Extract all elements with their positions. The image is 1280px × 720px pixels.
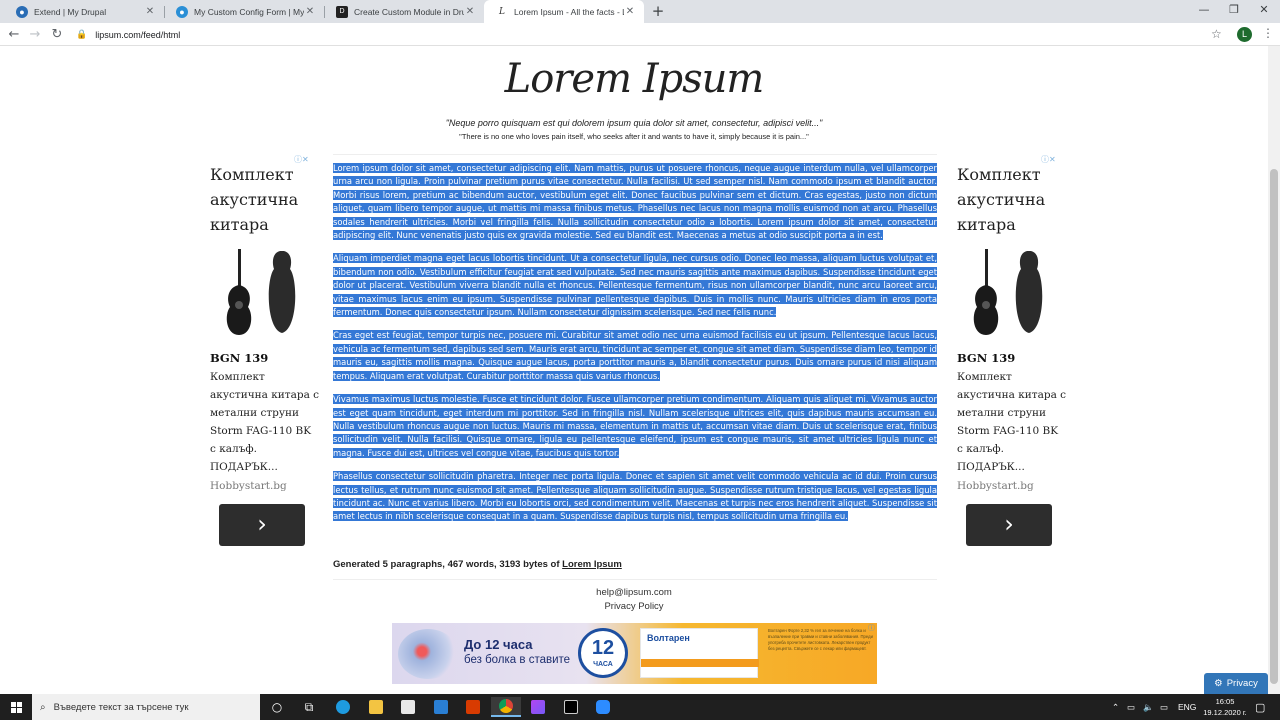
ad-site[interactable]: Hobbystart.bg xyxy=(210,480,287,492)
tab-custom-module[interactable]: D Create Custom Module in Drupa ✕ xyxy=(324,0,484,23)
ad-site[interactable]: Hobbystart.bg xyxy=(957,480,1034,492)
browser-tab-strip: ● Extend | My Drupal ✕ ● My Custom Confi… xyxy=(0,0,1280,23)
quote-latin: "Neque porro quisquam est qui dolorem ip… xyxy=(445,118,823,128)
network-icon[interactable]: ▭ xyxy=(1127,694,1135,720)
lorem-paragraph[interactable]: Aliquam imperdiet magna eget lacus lobor… xyxy=(333,252,937,319)
tab-extend[interactable]: ● Extend | My Drupal ✕ xyxy=(4,0,164,23)
windows-logo-icon xyxy=(10,701,22,713)
browser-toolbar: ← → ↻ 🔒 lipsum.com/feed/html ☆ L ⋮ xyxy=(0,23,1280,46)
tab-title: Lorem Ipsum - All the facts - Lip xyxy=(514,6,624,17)
notification-icon[interactable]: ▢ xyxy=(1255,694,1265,720)
store-icon[interactable] xyxy=(393,697,423,717)
phpstorm-icon[interactable] xyxy=(523,697,553,717)
gear-icon: ⚙ xyxy=(1214,678,1223,689)
zoom-icon[interactable] xyxy=(588,697,618,717)
taskbar-clock[interactable]: 16:05 19.12.2020 г. xyxy=(1203,696,1247,718)
cortana-icon[interactable]: ○ xyxy=(262,697,292,717)
drupal-icon: ● xyxy=(176,5,188,18)
lorem-paragraph[interactable]: Lorem ipsum dolor sit amet, consectetur … xyxy=(333,162,937,242)
guitar-image[interactable] xyxy=(222,249,302,339)
lock-icon: 🔒 xyxy=(76,29,88,39)
privacy-button[interactable]: ⚙ Privacy xyxy=(1204,673,1268,694)
drupal-icon: ● xyxy=(16,5,28,18)
adchoices-icon[interactable]: ⓘ xyxy=(868,623,875,633)
tray-chevron-icon[interactable]: ⌃ xyxy=(1112,694,1119,720)
divider xyxy=(333,154,937,155)
lorem-ipsum-link[interactable]: Lorem Ipsum xyxy=(562,559,622,570)
divider xyxy=(333,579,937,580)
generated-summary: Generated 5 paragraphs, 467 words, 3193 … xyxy=(333,559,622,570)
ad-price: BGN 139 xyxy=(210,351,269,365)
ad-next-button[interactable]: › xyxy=(219,504,305,546)
product-box: Волтарен xyxy=(640,628,759,678)
battery-icon[interactable]: ▭ xyxy=(1160,694,1168,720)
taskbar-search[interactable]: ⌕ Въведете текст за търсене тук xyxy=(32,694,260,720)
ad-price: BGN 139 xyxy=(957,351,1016,365)
back-icon[interactable]: ← xyxy=(5,26,23,44)
close-icon[interactable]: ✕ xyxy=(144,6,156,17)
windows-taskbar: ⌕ Въведете текст за търсене тук ○ ⧉ ⌃ ▭ … xyxy=(0,694,1280,720)
voltaren-banner-ad[interactable]: До 12 часа без болка в ставите 12 ЧАСА В… xyxy=(392,623,877,684)
bookmark-star-icon[interactable]: ☆ xyxy=(1211,27,1222,41)
lorem-paragraph[interactable]: Vivamus maximus luctus molestie. Fusce e… xyxy=(333,393,937,460)
lorem-paragraph[interactable]: Phasellus consectetur sollicitudin phare… xyxy=(333,470,937,524)
tab-title: Extend | My Drupal xyxy=(34,6,107,17)
page-title: Lorem Ipsum xyxy=(504,56,765,102)
scrollbar-thumb[interactable] xyxy=(1270,169,1278,684)
tab-lorem-ipsum[interactable]: L Lorem Ipsum - All the facts - Lip ✕ xyxy=(484,0,644,23)
ad-description: Комплект акустична китара с метални стру… xyxy=(957,371,1067,473)
hours-badge: 12 ЧАСА xyxy=(578,628,628,678)
guitar-image[interactable] xyxy=(969,249,1049,339)
banner-fine-print: Волтарен Форте 2,32 % гел за лечение на … xyxy=(768,628,873,651)
profile-avatar[interactable]: L xyxy=(1237,27,1252,42)
office-icon[interactable] xyxy=(458,697,488,717)
address-bar[interactable]: 🔒 lipsum.com/feed/html xyxy=(76,25,1226,44)
mail-icon[interactable] xyxy=(426,697,456,717)
close-icon[interactable]: ✕ xyxy=(464,6,476,17)
lipsum-icon: L xyxy=(499,6,505,17)
tab-title: Create Custom Module in Drupa xyxy=(354,6,464,17)
ad-description: Комплект акустична китара с метални стру… xyxy=(210,371,320,473)
chrome-icon[interactable] xyxy=(491,697,521,717)
window-close-icon[interactable]: ✕ xyxy=(1248,0,1280,23)
start-button[interactable] xyxy=(0,694,32,720)
product-stripe xyxy=(641,659,759,667)
edge-icon[interactable] xyxy=(328,697,358,717)
right-ad[interactable]: ⓘ✕ Комплект акустична китара BGN 139 Ком… xyxy=(957,154,1067,546)
ad-title[interactable]: Комплект акустична китара xyxy=(210,162,320,237)
volume-icon[interactable]: 🔈 xyxy=(1143,694,1154,720)
tab-config-form[interactable]: ● My Custom Config Form | My Dr ✕ xyxy=(164,0,324,23)
menu-kebab-icon[interactable]: ⋮ xyxy=(1262,26,1274,40)
quote-english: "There is no one who loves pain itself, … xyxy=(459,132,809,141)
terminal-icon[interactable] xyxy=(556,697,586,717)
url-text: lipsum.com/feed/html xyxy=(95,29,181,40)
language-indicator[interactable]: ENG xyxy=(1178,694,1196,720)
restore-icon[interactable]: ❐ xyxy=(1218,0,1250,23)
minimize-icon[interactable]: — xyxy=(1188,0,1220,23)
search-icon: ⌕ xyxy=(40,701,46,713)
ad-title[interactable]: Комплект акустична китара xyxy=(957,162,1067,237)
left-ad[interactable]: ⓘ✕ Комплект акустична китара BGN 139 Ком… xyxy=(210,154,320,546)
reload-icon[interactable]: ↻ xyxy=(48,26,66,44)
page-content: Lorem Ipsum "Neque porro quisquam est qu… xyxy=(0,46,1268,694)
close-icon[interactable]: ✕ xyxy=(624,6,636,17)
banner-headline: До 12 часа xyxy=(464,637,533,652)
help-email-link[interactable]: help@lipsum.com xyxy=(0,587,1268,598)
banner-subline: без болка в ставите xyxy=(464,654,571,666)
search-placeholder: Въведете текст за търсене тук xyxy=(53,701,189,713)
page-scrollbar[interactable] xyxy=(1268,46,1280,694)
d-logo-icon: D xyxy=(336,5,348,18)
lorem-text-block[interactable]: Lorem ipsum dolor sit amet, consectetur … xyxy=(333,162,937,534)
lorem-paragraph[interactable]: Cras eget est feugiat, tempor turpis nec… xyxy=(333,329,937,383)
ad-next-button[interactable]: › xyxy=(966,504,1052,546)
joint-illustration xyxy=(398,629,458,679)
forward-icon[interactable]: → xyxy=(26,26,44,44)
task-view-icon[interactable]: ⧉ xyxy=(294,697,324,717)
tab-title: My Custom Config Form | My Dr xyxy=(194,6,304,17)
privacy-policy-link[interactable]: Privacy Policy xyxy=(0,601,1268,612)
close-icon[interactable]: ✕ xyxy=(304,6,316,17)
file-explorer-icon[interactable] xyxy=(361,697,391,717)
new-tab-button[interactable]: + xyxy=(650,3,666,19)
